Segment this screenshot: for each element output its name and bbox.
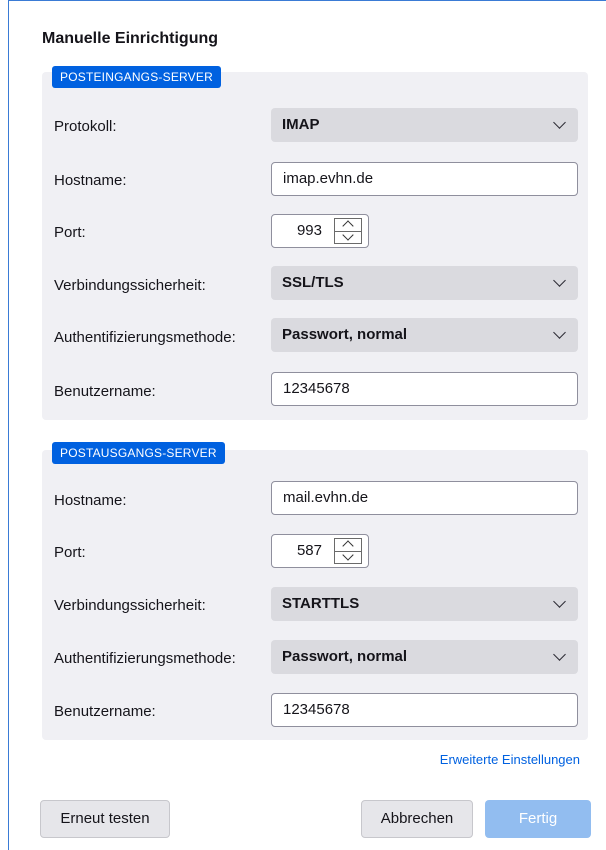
chevron-down-icon: [553, 274, 566, 287]
done-button[interactable]: Fertig: [485, 800, 591, 838]
incoming-security-label: Verbindungssicherheit:: [54, 277, 206, 294]
outgoing-auth-value: Passwort, normal: [282, 648, 408, 665]
incoming-protocol-value: IMAP: [282, 116, 320, 133]
outgoing-username-label: Benutzername:: [54, 703, 156, 720]
retest-button[interactable]: Erneut testen: [40, 800, 170, 838]
outgoing-auth-label: Authentifizierungsmethode:: [54, 650, 236, 667]
outgoing-hostname-input[interactable]: mail.evhn.de: [271, 481, 578, 515]
cancel-button[interactable]: Abbrechen: [361, 800, 473, 838]
incoming-auth-select[interactable]: Passwort, normal: [271, 318, 578, 352]
outgoing-auth-select[interactable]: Passwort, normal: [271, 640, 578, 674]
dialog-title: Manuelle Einrichtigung: [42, 30, 219, 47]
incoming-protocol-select[interactable]: IMAP: [271, 108, 578, 142]
incoming-auth-label: Authentifizierungsmethode:: [54, 329, 236, 346]
incoming-auth-value: Passwort, normal: [282, 326, 408, 343]
outgoing-security-value: STARTTLS: [282, 595, 360, 612]
outgoing-server-badge: POSTAUSGANGS-SERVER: [52, 442, 225, 464]
outgoing-port-value: 587: [296, 542, 322, 559]
incoming-port-stepper[interactable]: 993: [271, 214, 369, 248]
outgoing-hostname-label: Hostname:: [54, 492, 127, 509]
incoming-username-input[interactable]: 12345678: [271, 372, 578, 406]
incoming-port-value: 993: [296, 222, 322, 239]
port-spin-buttons[interactable]: [334, 218, 362, 244]
incoming-hostname-input[interactable]: imap.evhn.de: [271, 162, 578, 196]
outgoing-port-stepper[interactable]: 587: [271, 534, 369, 568]
advanced-settings-link[interactable]: Erweiterte Einstellungen: [440, 752, 580, 767]
chevron-down-icon: [553, 648, 566, 661]
incoming-port-label: Port:: [54, 224, 86, 241]
incoming-security-value: SSL/TLS: [282, 274, 344, 291]
outgoing-security-select[interactable]: STARTTLS: [271, 587, 578, 621]
chevron-down-icon: [553, 326, 566, 339]
incoming-server-badge: POSTEINGANGS-SERVER: [52, 66, 221, 88]
incoming-security-select[interactable]: SSL/TLS: [271, 266, 578, 300]
outgoing-port-label: Port:: [54, 544, 86, 561]
port-spin-buttons[interactable]: [334, 538, 362, 564]
chevron-down-icon: [553, 116, 566, 129]
outgoing-username-input[interactable]: 12345678: [271, 693, 578, 727]
outgoing-security-label: Verbindungssicherheit:: [54, 597, 206, 614]
chevron-down-icon: [553, 595, 566, 608]
incoming-protocol-label: Protokoll:: [54, 118, 117, 135]
incoming-username-label: Benutzername:: [54, 383, 156, 400]
incoming-hostname-label: Hostname:: [54, 172, 127, 189]
